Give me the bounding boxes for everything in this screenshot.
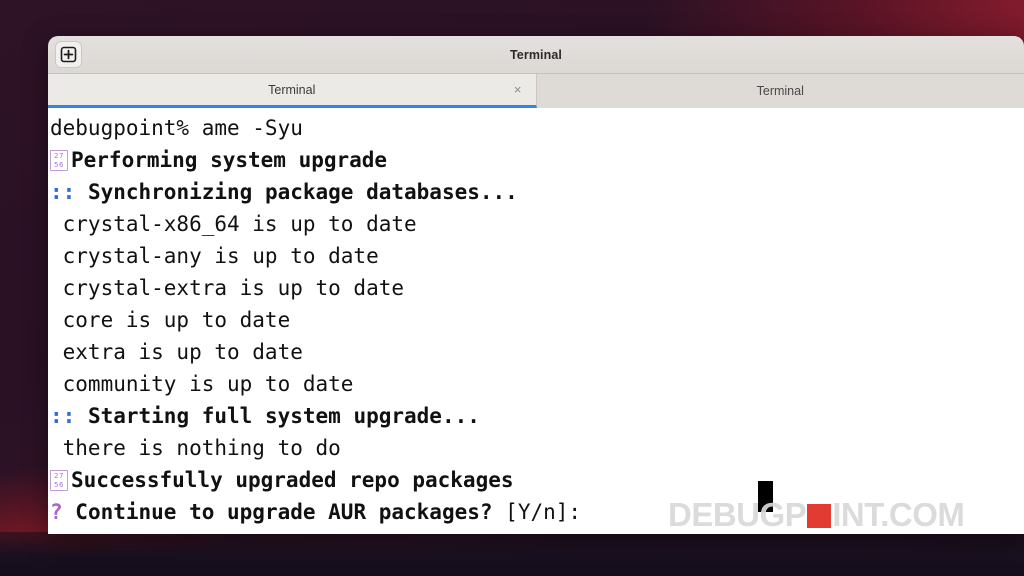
terminal-output-area[interactable]: debugpoint% ame -Syu 27 56 Performing syste… bbox=[48, 108, 1024, 534]
tab-close-icon[interactable]: × bbox=[514, 83, 522, 96]
tab-label: Terminal bbox=[756, 84, 804, 98]
terminal-line-text: Continue to upgrade AUR packages? bbox=[75, 500, 493, 524]
terminal-line-text: Synchronizing package databases... bbox=[87, 180, 518, 204]
terminal-cursor bbox=[758, 481, 773, 512]
terminal-line-text: crystal-any is up to date bbox=[50, 244, 379, 268]
terminal-line: :: Synchronizing package databases... bbox=[50, 176, 1024, 208]
prompt-prefix-icon: ? bbox=[50, 500, 76, 524]
terminal-line-text: Starting full system upgrade... bbox=[87, 404, 480, 428]
terminal-line: crystal-any is up to date bbox=[50, 240, 1024, 272]
terminal-line: crystal-x86_64 is up to date bbox=[50, 208, 1024, 240]
terminal-line-text: community is up to date bbox=[50, 372, 354, 396]
terminal-line-suffix: [Y/n]: bbox=[492, 500, 582, 524]
terminal-line-text: crystal-extra is up to date bbox=[50, 276, 405, 300]
terminal-line: :: Starting full system upgrade... bbox=[50, 400, 1024, 432]
terminal-line-text: extra is up to date bbox=[50, 340, 303, 364]
plus-in-box-icon bbox=[60, 46, 77, 63]
terminal-line-text: crystal-x86_64 is up to date bbox=[50, 212, 417, 236]
tab-label: Terminal bbox=[268, 82, 316, 97]
terminal-line-text: debugpoint% ame -Syu bbox=[50, 116, 303, 140]
terminal-line-text: there is nothing to do bbox=[50, 436, 341, 460]
terminal-line: there is nothing to do bbox=[50, 432, 1024, 464]
terminal-line: extra is up to date bbox=[50, 336, 1024, 368]
terminal-line: 27 56 Successfully upgraded repo packages bbox=[50, 464, 1024, 496]
new-tab-button[interactable] bbox=[55, 41, 82, 68]
terminal-line: 27 56 Performing system upgrade bbox=[50, 144, 1024, 176]
window-title: Terminal bbox=[510, 47, 562, 62]
status-prefix-icon: :: bbox=[50, 404, 88, 428]
terminal-line-text: core is up to date bbox=[50, 308, 291, 332]
tab-terminal-1[interactable]: Terminal × bbox=[48, 74, 537, 108]
status-prefix-icon: :: bbox=[50, 180, 88, 204]
terminal-line: crystal-extra is up to date bbox=[50, 272, 1024, 304]
window-header-bar: Terminal bbox=[48, 36, 1024, 74]
terminal-line: debugpoint% ame -Syu bbox=[50, 112, 1024, 144]
terminal-line: community is up to date bbox=[50, 368, 1024, 400]
desktop-wallpaper-bottom-band bbox=[0, 532, 1024, 576]
tab-bar: Terminal × Terminal bbox=[48, 74, 1024, 108]
missing-glyph-icon: 27 56 bbox=[50, 150, 68, 171]
terminal-line: core is up to date bbox=[50, 304, 1024, 336]
terminal-window: Terminal Terminal × Terminal debugpoint%… bbox=[48, 36, 1024, 534]
terminal-lines: debugpoint% ame -Syu 27 56 Performing syste… bbox=[48, 112, 1024, 528]
tab-terminal-2[interactable]: Terminal bbox=[536, 74, 1024, 108]
terminal-line-text: Successfully upgraded repo packages bbox=[71, 468, 514, 492]
terminal-line: ? Continue to upgrade AUR packages? [Y/n… bbox=[50, 496, 1024, 528]
terminal-line-text: Performing system upgrade bbox=[71, 148, 388, 172]
missing-glyph-icon: 27 56 bbox=[50, 470, 68, 491]
